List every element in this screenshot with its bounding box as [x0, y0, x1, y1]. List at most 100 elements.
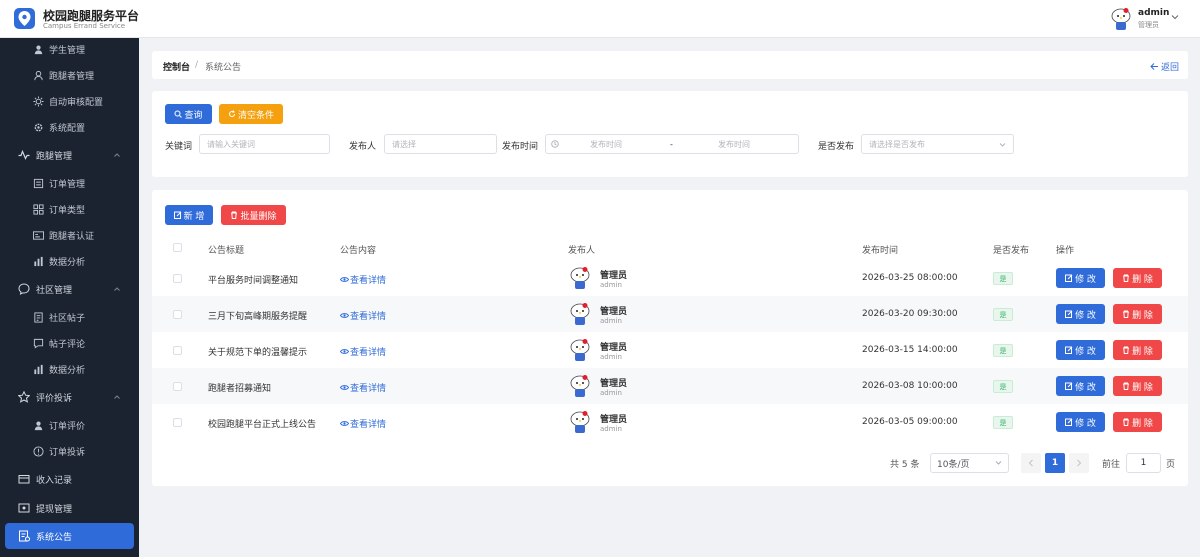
sidebar-item-announcements[interactable]: 系统公告 — [5, 523, 134, 549]
sidebar-item-order-reviews[interactable]: 订单评价 — [0, 412, 139, 438]
published-select[interactable]: 请选择是否发布 — [861, 134, 1014, 154]
top-header: 校园跑腿服务平台 Campus Errand Service admin 管理员 — [0, 0, 1200, 38]
page-number[interactable]: 1 — [1045, 453, 1065, 473]
status-badge: 是 — [993, 308, 1013, 321]
row-checkbox[interactable] — [173, 310, 182, 319]
sidebar-item-income[interactable]: 收入记录 — [0, 466, 139, 492]
star-icon — [18, 391, 30, 403]
bar-chart-icon — [34, 364, 43, 374]
avatar[interactable] — [1110, 7, 1132, 31]
publisher-select[interactable]: 请选择 — [384, 134, 497, 154]
edit-button[interactable]: 修 改 — [1056, 412, 1105, 432]
date-end[interactable]: 发布时间 — [718, 139, 750, 150]
sidebar-item-label: 系统配置 — [49, 123, 86, 134]
publisher-avatar — [570, 339, 590, 361]
publish-time: 2026-03-25 08:00:00 — [862, 273, 958, 283]
sidebar-item-student[interactable]: 学生管理 — [0, 38, 139, 62]
announcement-title: 平台服务时间调整通知 — [208, 276, 299, 286]
status-badge: 是 — [993, 272, 1013, 285]
publisher-avatar — [570, 267, 590, 289]
sidebar-item-order-types[interactable]: 订单类型 — [0, 196, 139, 222]
goto-page-input[interactable]: 1 — [1126, 453, 1161, 473]
announcement-title: 关于规范下单的温馨提示 — [208, 348, 308, 358]
sidebar-item-withdraw[interactable]: 提现管理 — [0, 495, 139, 521]
row-checkbox[interactable] — [173, 346, 182, 355]
sidebar-item-errand[interactable]: 跑腿管理 — [0, 142, 139, 168]
user-name[interactable]: admin — [1138, 8, 1169, 18]
chevron-down-icon — [999, 143, 1006, 147]
publisher-name: 管理员 — [600, 415, 628, 425]
edit-button[interactable]: 修 改 — [1056, 268, 1105, 288]
column-header: 公告标题 — [208, 246, 245, 256]
edit-icon — [173, 211, 181, 219]
edit-button[interactable]: 修 改 — [1056, 340, 1105, 360]
publish-time: 2026-03-15 14:00:00 — [862, 345, 958, 355]
edit-icon — [1065, 346, 1073, 354]
logo — [14, 8, 35, 29]
sidebar-item-label: 帖子评论 — [49, 339, 86, 350]
publisher-label: 发布人 — [349, 142, 377, 152]
sidebar-item-orders[interactable]: 订单管理 — [0, 170, 139, 196]
chevron-down-icon[interactable] — [1170, 12, 1180, 22]
view-details-link[interactable]: 查看详情 — [340, 309, 386, 322]
publisher-account: admin — [600, 425, 622, 433]
view-details-link[interactable]: 查看详情 — [340, 381, 386, 394]
sidebar-item-runner[interactable]: 跑腿者管理 — [0, 62, 139, 88]
search-button[interactable]: 查询 — [165, 104, 212, 124]
page-size-select[interactable]: 10条/页 — [930, 453, 1009, 473]
back-link[interactable]: 返回 — [1150, 60, 1179, 73]
sidebar-item-reviews[interactable]: 评价投诉 — [0, 384, 139, 410]
next-page-button[interactable] — [1069, 453, 1089, 473]
row-checkbox[interactable] — [173, 418, 182, 427]
sidebar-item-order-complaints[interactable]: 订单投诉 — [0, 438, 139, 464]
delete-button[interactable]: 删 除 — [1113, 412, 1162, 432]
add-button[interactable]: 新 增 — [165, 205, 213, 225]
eye-icon — [340, 349, 349, 354]
list-icon — [33, 178, 44, 188]
delete-button[interactable]: 删 除 — [1113, 340, 1162, 360]
row-checkbox[interactable] — [173, 382, 182, 391]
sidebar-item-errand-analytics[interactable]: 数据分析 — [0, 248, 139, 274]
view-details-link[interactable]: 查看详情 — [340, 345, 386, 358]
sidebar-item-label: 自动审核配置 — [49, 97, 104, 108]
select-all-checkbox[interactable] — [173, 243, 182, 252]
sidebar-item-label: 社区帖子 — [49, 313, 86, 324]
reset-button[interactable]: 清空条件 — [219, 104, 283, 124]
sidebar-item-posts[interactable]: 社区帖子 — [0, 304, 139, 330]
chevron-down-icon — [995, 461, 1002, 465]
eye-icon — [340, 313, 349, 318]
announcement-title: 校园跑腿平台正式上线公告 — [208, 420, 317, 430]
publish-time: 2026-03-08 10:00:00 — [862, 381, 958, 391]
alert-icon — [33, 445, 44, 457]
view-details-link[interactable]: 查看详情 — [340, 273, 386, 286]
table-row: 跑腿者招募通知 查看详情 管理员 admin 2026-03-08 10:00:00 是 修… — [152, 368, 1188, 404]
keyword-input[interactable]: 请输入关键词 — [199, 134, 330, 154]
sidebar-item-system-config[interactable]: 系统配置 — [0, 114, 139, 140]
trash-icon — [1123, 310, 1130, 318]
sidebar-item-community-analytics[interactable]: 数据分析 — [0, 356, 139, 382]
sidebar-item-runner-auth[interactable]: 跑腿者认证 — [0, 222, 139, 248]
goto-label: 前往 — [1102, 460, 1121, 470]
row-checkbox[interactable] — [173, 274, 182, 283]
breadcrumb-root[interactable]: 控制台 — [163, 60, 190, 73]
edit-button[interactable]: 修 改 — [1056, 304, 1105, 324]
delete-button[interactable]: 删 除 — [1113, 268, 1162, 288]
delete-button[interactable]: 删 除 — [1113, 304, 1162, 324]
user-icon — [34, 45, 43, 54]
prev-page-button[interactable] — [1021, 453, 1041, 473]
date-range-picker[interactable]: 发布时间 - 发布时间 — [545, 134, 799, 154]
edit-icon — [1065, 274, 1073, 282]
eye-icon — [340, 385, 349, 390]
trash-icon — [1123, 346, 1130, 354]
gear-icon — [34, 123, 43, 131]
batch-delete-button[interactable]: 批量删除 — [221, 205, 286, 225]
sidebar-item-auto-audit[interactable]: 自动审核配置 — [0, 88, 139, 114]
delete-button[interactable]: 删 除 — [1113, 376, 1162, 396]
runner-icon — [34, 70, 43, 80]
date-start[interactable]: 发布时间 — [590, 139, 622, 150]
edit-button[interactable]: 修 改 — [1056, 376, 1105, 396]
view-details-link[interactable]: 查看详情 — [340, 417, 386, 430]
sidebar-item-community[interactable]: 社区管理 — [0, 276, 139, 302]
sidebar-item-comments[interactable]: 帖子评论 — [0, 330, 139, 356]
publish-time: 2026-03-05 09:00:00 — [862, 417, 958, 427]
